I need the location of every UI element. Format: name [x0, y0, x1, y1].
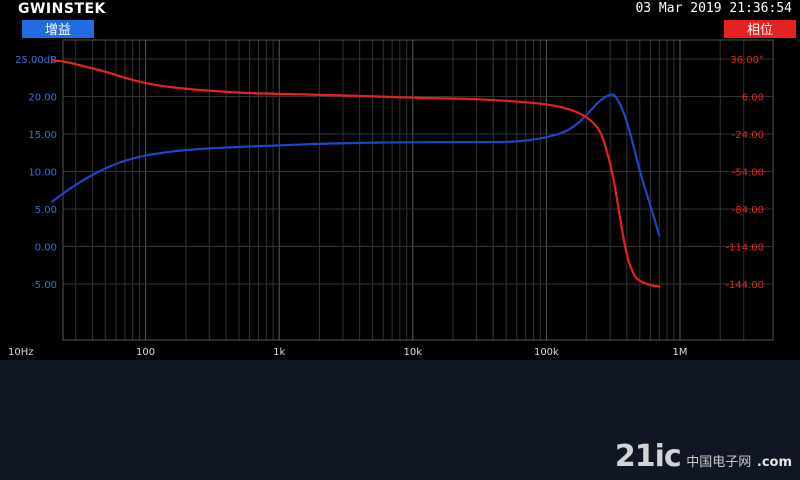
x-tick-label: 1k — [273, 347, 285, 358]
brand-logo: GWINSTEK — [18, 1, 106, 17]
right-tick-label: 36.00° — [730, 55, 764, 66]
left-tick-label: 0.00 — [35, 243, 57, 254]
right-tick-label: -144.00 — [725, 280, 764, 291]
x-tick-label: 100k — [534, 347, 559, 358]
series-lines — [51, 59, 661, 288]
top-bar: GWINSTEK 03 Mar 2019 21:36:54 — [0, 0, 800, 18]
x-axis-ticks: 10Hz 100 1k 10k 100k 1M — [8, 347, 688, 358]
left-tick-label: 5.00 — [35, 205, 57, 216]
watermark-domain: .com — [756, 455, 792, 470]
x-tick-label: 100 — [136, 347, 155, 358]
watermark-logo: 21ic — [614, 439, 682, 474]
grid — [63, 40, 773, 340]
x-tick-label: 10k — [404, 347, 423, 358]
legend-gain-label: 增益 — [45, 23, 71, 38]
bode-plot: 增益 相位 25.00dB 20.00 15.00 10.00 5.00 0.00 -5.0… — [8, 20, 796, 358]
left-tick-label: 25.00dB — [15, 55, 57, 66]
right-tick-label: -24.00 — [732, 130, 764, 141]
left-axis-ticks: 25.00dB 20.00 15.00 10.00 5.00 0.00 -5.00 — [15, 55, 57, 291]
legend-phase-label: 相位 — [747, 23, 773, 38]
datetime-readout: 03 Mar 2019 21:36:54 — [635, 1, 792, 16]
plot-frame — [62, 39, 774, 341]
right-tick-label: 6.00 — [742, 93, 764, 104]
right-axis-ticks: 36.00° 6.00 -24.00 -54.00 -84.00 -114.00 -144.… — [725, 55, 764, 291]
right-tick-label: -54.00 — [732, 168, 764, 179]
right-tick-label: -114.00 — [725, 243, 764, 254]
gain-series-line — [51, 93, 661, 237]
left-tick-label: 10.00 — [28, 168, 57, 179]
right-tick-label: -84.00 — [732, 205, 764, 216]
left-tick-label: 15.00 — [28, 130, 57, 141]
left-tick-label: 20.00 — [28, 93, 57, 104]
x-tick-label: 10Hz — [8, 347, 34, 358]
x-tick-label: 1M — [673, 347, 688, 358]
watermark-sub: 中国电子网 — [686, 455, 752, 470]
phase-series-line — [51, 59, 661, 288]
left-tick-label: -5.00 — [31, 280, 57, 291]
watermark: 21ic 中国电子网 .com — [615, 439, 792, 474]
